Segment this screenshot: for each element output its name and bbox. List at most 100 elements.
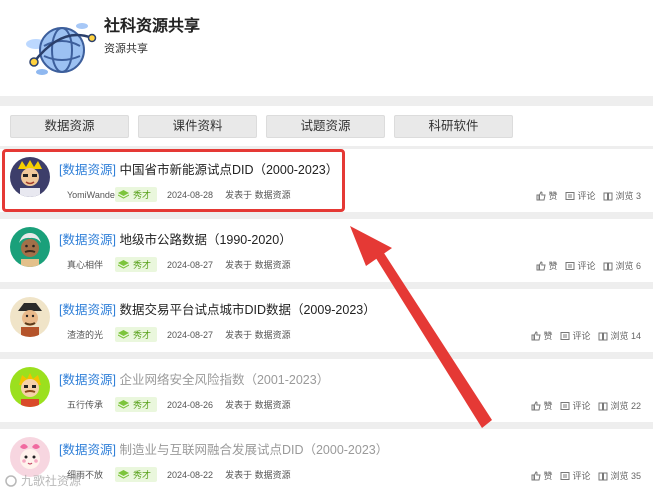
post-stats: 赞 评论 浏览 3 xyxy=(536,189,641,202)
post-date: 2024-08-27 xyxy=(167,259,214,270)
post-title-text[interactable]: 地级市公路数据（1990-2020） xyxy=(119,233,291,247)
comment-button[interactable]: 评论 xyxy=(560,329,590,342)
post-title[interactable]: [数据资源] 制造业与互联网融合发展试点DID（2000-2023） xyxy=(59,439,388,458)
post-category-tag[interactable]: [数据资源] xyxy=(59,163,116,177)
post-author[interactable]: 渣渣的光 xyxy=(67,328,115,341)
post-date: 2024-08-27 xyxy=(167,329,214,340)
rank-badge-icon xyxy=(118,470,129,479)
rank-badge-icon xyxy=(118,260,129,269)
avatar[interactable] xyxy=(10,367,50,407)
site-header: 社科资源共享 资源共享 xyxy=(0,0,653,96)
post-category-tag[interactable]: [数据资源] xyxy=(59,233,116,247)
post-title[interactable]: [数据资源] 数据交易平台试点城市DID数据（2009-2023） xyxy=(59,299,376,318)
comment-icon xyxy=(560,471,570,480)
rank-badge: 秀才 xyxy=(115,257,158,272)
site-title: 社科资源共享 xyxy=(104,18,201,35)
post-title-text[interactable]: 企业网络安全风险指数（2001-2023） xyxy=(119,373,329,387)
rank-badge: 秀才 xyxy=(115,397,158,412)
post-title-text[interactable]: 中国省市新能源试点DID（2000-2023） xyxy=(119,163,338,177)
post-meta: 真心相伴 秀才 2024-08-27 发表于 数据资源 xyxy=(67,257,291,272)
comment-button[interactable]: 评论 xyxy=(560,399,590,412)
comment-button[interactable]: 评论 xyxy=(565,189,595,202)
post-meta: YomiWander 秀才 2024-08-28 发表于 数据资源 xyxy=(67,187,291,202)
post-stats: 赞 评论 浏览 22 xyxy=(531,399,641,412)
category-button-courseware[interactable]: 课件资料 xyxy=(138,115,257,138)
avatar[interactable] xyxy=(10,297,50,337)
thumbs-up-icon xyxy=(531,330,542,340)
rank-badge-icon xyxy=(118,190,129,199)
like-button[interactable]: 赞 xyxy=(531,329,552,342)
views-count: 浏览 35 xyxy=(598,469,641,482)
comment-icon xyxy=(565,191,575,200)
avatar[interactable] xyxy=(10,227,50,267)
post-author[interactable]: YomiWander xyxy=(67,190,118,200)
post-date: 2024-08-28 xyxy=(167,189,214,200)
post-meta: 渣渣的光 秀才 2024-08-27 发表于 数据资源 xyxy=(67,327,291,342)
post-forum: 发表于 数据资源 xyxy=(225,260,291,270)
thumbs-up-icon xyxy=(536,190,547,200)
like-button[interactable]: 赞 xyxy=(531,469,552,482)
thumbs-up-icon xyxy=(531,400,542,410)
post-date: 2024-08-22 xyxy=(167,469,214,480)
post-stats: 赞 评论 浏览 14 xyxy=(531,329,641,342)
category-bar: 数据资源 课件资料 试题资源 科研软件 xyxy=(0,106,653,146)
avatar[interactable] xyxy=(10,437,50,477)
post-category-tag[interactable]: [数据资源] xyxy=(59,373,116,387)
site-subtitle: 资源共享 xyxy=(104,43,148,55)
like-button[interactable]: 赞 xyxy=(531,399,552,412)
rank-badge-text: 秀才 xyxy=(133,260,152,270)
book-icon xyxy=(603,192,613,200)
post-stats: 赞 评论 浏览 35 xyxy=(531,469,641,482)
category-button-data[interactable]: 数据资源 xyxy=(10,115,129,138)
like-button[interactable]: 赞 xyxy=(536,259,557,272)
comment-icon xyxy=(560,401,570,410)
post-title-text[interactable]: 数据交易平台试点城市DID数据（2009-2023） xyxy=(119,303,375,317)
views-count: 浏览 6 xyxy=(603,259,641,272)
book-icon xyxy=(603,262,613,270)
post-meta: 细雨不放 秀才 2024-08-22 发表于 数据资源 xyxy=(67,467,291,482)
post-title[interactable]: [数据资源] 企业网络安全风险指数（2001-2023） xyxy=(59,369,329,388)
rank-badge-text: 秀才 xyxy=(133,400,152,410)
book-icon xyxy=(598,472,608,480)
post-item[interactable]: [数据资源] 制造业与互联网融合发展试点DID（2000-2023） 细雨不放 … xyxy=(0,429,653,492)
post-forum: 发表于 数据资源 xyxy=(225,400,291,410)
post-author[interactable]: 真心相伴 xyxy=(67,258,115,271)
post-forum: 发表于 数据资源 xyxy=(225,190,291,200)
globe-logo-icon xyxy=(26,23,97,75)
avatar[interactable] xyxy=(10,157,50,197)
rank-badge: 秀才 xyxy=(115,327,158,342)
post-stats: 赞 评论 浏览 6 xyxy=(536,259,641,272)
comment-icon xyxy=(560,331,570,340)
watermark: 九歌社资源 xyxy=(4,472,81,489)
post-meta: 五行传承 秀才 2024-08-26 发表于 数据资源 xyxy=(67,397,291,412)
post-title[interactable]: [数据资源] 中国省市新能源试点DID（2000-2023） xyxy=(59,159,338,178)
watermark-logo-icon xyxy=(5,474,17,487)
book-icon xyxy=(598,402,608,410)
views-count: 浏览 14 xyxy=(598,329,641,342)
views-count: 浏览 3 xyxy=(603,189,641,202)
comment-button[interactable]: 评论 xyxy=(565,259,595,272)
post-title[interactable]: [数据资源] 地级市公路数据（1990-2020） xyxy=(59,229,292,248)
thumbs-up-icon xyxy=(531,470,542,480)
rank-badge-text: 秀才 xyxy=(133,190,152,200)
post-author[interactable]: 五行传承 xyxy=(67,398,115,411)
rank-badge-icon xyxy=(118,400,129,409)
post-category-tag[interactable]: [数据资源] xyxy=(59,443,116,457)
like-button[interactable]: 赞 xyxy=(536,189,557,202)
rank-badge-text: 秀才 xyxy=(133,330,152,340)
rank-badge: 秀才 xyxy=(115,467,158,482)
category-button-exams[interactable]: 试题资源 xyxy=(266,115,385,138)
post-item[interactable]: [数据资源] 中国省市新能源试点DID（2000-2023） YomiWande… xyxy=(0,149,653,212)
views-count: 浏览 22 xyxy=(598,399,641,412)
rank-badge-icon xyxy=(118,330,129,339)
thumbs-up-icon xyxy=(536,260,547,270)
post-category-tag[interactable]: [数据资源] xyxy=(59,303,116,317)
post-item[interactable]: [数据资源] 数据交易平台试点城市DID数据（2009-2023） 渣渣的光 秀… xyxy=(0,289,653,352)
comment-button[interactable]: 评论 xyxy=(560,469,590,482)
post-title-text[interactable]: 制造业与互联网融合发展试点DID（2000-2023） xyxy=(119,443,388,457)
post-item[interactable]: [数据资源] 地级市公路数据（1990-2020） 真心相伴 秀才 2024-0… xyxy=(0,219,653,282)
post-item[interactable]: [数据资源] 企业网络安全风险指数（2001-2023） 五行传承 秀才 202… xyxy=(0,359,653,422)
rank-badge-text: 秀才 xyxy=(133,470,152,480)
post-forum: 发表于 数据资源 xyxy=(225,470,291,480)
category-button-software[interactable]: 科研软件 xyxy=(394,115,513,138)
